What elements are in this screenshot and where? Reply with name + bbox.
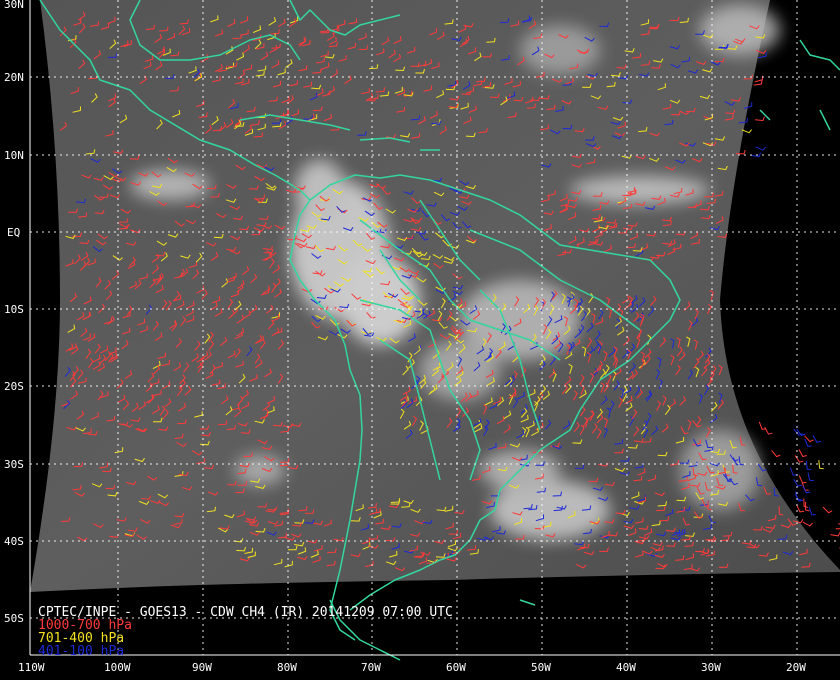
lon-label: 40W: [616, 661, 636, 674]
lon-label: 80W: [277, 661, 297, 674]
lat-label: 40S: [4, 535, 24, 548]
lon-label: 90W: [192, 661, 212, 674]
lat-label: 30S: [4, 458, 24, 471]
lon-label: 110W: [18, 661, 45, 674]
lat-label: 50S: [4, 612, 24, 625]
lon-label: 100W: [104, 661, 131, 674]
satellite-wind-map: 30N 20N 10N EQ 10S 20S 30S 40S 50S 110W …: [0, 0, 840, 680]
lat-label: 30N: [4, 0, 24, 11]
lat-label: 10N: [4, 149, 24, 162]
lat-label: 10S: [4, 303, 24, 316]
lon-label: 60W: [446, 661, 466, 674]
lat-label: 20N: [4, 71, 24, 84]
lon-label: 20W: [786, 661, 806, 674]
lat-label: 20S: [4, 380, 24, 393]
legend-high-level: 401-100 hPa: [38, 644, 124, 659]
lon-label: 70W: [361, 661, 381, 674]
lat-label: EQ: [7, 226, 20, 239]
lon-label: 50W: [531, 661, 551, 674]
lon-label: 30W: [701, 661, 721, 674]
